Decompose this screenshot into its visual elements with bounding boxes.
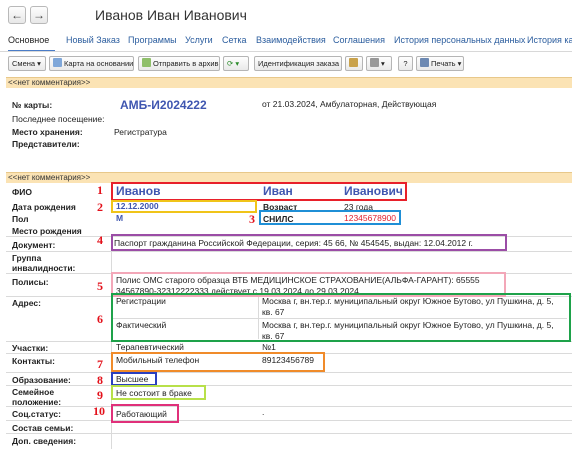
sort-button[interactable] — [345, 56, 363, 71]
send-archive-button[interactable]: Отправить в архив — [138, 56, 220, 71]
area-type: Терапевтический — [116, 342, 184, 352]
tab-personal-data-history[interactable]: История персональных данных — [394, 35, 525, 45]
annotation-frame-2 — [111, 200, 257, 213]
card-comment-band: <<нет комментария>> — [6, 77, 572, 88]
annotation-number-9: 9 — [97, 388, 103, 402]
arrow-right-icon: → — [33, 8, 45, 22]
sex-value: М — [116, 213, 124, 223]
divider — [6, 420, 572, 421]
extra-info-label: Доп. сведения: — [12, 436, 77, 446]
arrow-left-icon: ← — [11, 8, 23, 22]
printer-icon — [420, 58, 429, 67]
card-number[interactable]: АМБ-И2024222 — [120, 98, 207, 112]
divider — [6, 433, 572, 434]
annotation-number-5: 5 — [97, 279, 103, 293]
disability-label-2: инвалидности: — [12, 263, 76, 273]
storage-label: Место хранения: — [12, 127, 83, 137]
tab-bar: Основное Новый Заказ Программы Услуги Се… — [0, 30, 572, 52]
social-status-extra: . — [262, 407, 265, 417]
annotation-frame-1 — [111, 182, 407, 201]
change-button[interactable]: Смена ▾ — [8, 56, 46, 71]
card-no-label: № карты: — [12, 100, 53, 110]
tab-main[interactable]: Основное — [8, 35, 49, 45]
active-tab-indicator — [8, 50, 55, 51]
back-button[interactable]: ← — [8, 6, 26, 24]
storage-value: Регистратура — [114, 127, 167, 137]
annotation-frame-8 — [111, 372, 157, 386]
annotation-number-8: 8 — [97, 373, 103, 387]
disability-label: Группа — [12, 253, 42, 263]
sex-label: Пол — [12, 214, 29, 224]
card-info: от 21.03.2024, Амбулаторная, Действующая — [262, 99, 437, 109]
area-number: №1 — [262, 342, 276, 352]
tab-interactions[interactable]: Взаимодействия — [256, 35, 326, 45]
card-based-button[interactable]: Карта на основании — [49, 56, 134, 71]
social-status-label: Соц.статус: — [12, 409, 61, 419]
tab-card-history[interactable]: История кар — [527, 35, 572, 45]
fio-label: ФИО — [12, 187, 32, 197]
tab-grid[interactable]: Сетка — [222, 35, 246, 45]
help-button[interactable]: ? — [398, 56, 413, 71]
annotation-frame-3 — [259, 210, 401, 225]
card-icon — [53, 58, 62, 67]
window-title: Иванов Иван Иванович — [95, 7, 247, 23]
tab-new-order[interactable]: Новый Заказ — [66, 35, 120, 45]
forward-button[interactable]: → — [30, 6, 48, 24]
annotation-number-10: 10 — [93, 404, 105, 418]
tab-agreements[interactable]: Соглашения — [333, 35, 385, 45]
tab-services[interactable]: Услуги — [185, 35, 213, 45]
divider — [6, 406, 572, 407]
marital-label: Семейное — [12, 387, 55, 397]
annotation-frame-6 — [111, 293, 571, 342]
divider — [6, 385, 572, 386]
annotation-number-6: 6 — [97, 312, 103, 326]
birthplace-label: Место рождения — [12, 226, 82, 236]
divider — [6, 251, 572, 252]
sort-icon — [349, 58, 358, 67]
divider — [6, 372, 572, 373]
annotation-number-3: 3 — [249, 212, 255, 226]
area-label: Участки: — [12, 343, 49, 353]
annotation-frame-7 — [111, 352, 325, 372]
dob-label: Дата рождения — [12, 202, 76, 212]
order-identification-button[interactable]: Идентификация заказа — [254, 56, 342, 71]
archive-icon — [142, 58, 151, 67]
print-button[interactable]: Печать ▾ — [416, 56, 464, 71]
annotation-number-7: 7 — [97, 357, 103, 371]
refresh-icon: ⟳ — [227, 59, 234, 68]
policy-label: Полисы: — [12, 277, 49, 287]
annotation-number-4: 4 — [97, 233, 103, 247]
family-label: Состав семьи: — [12, 423, 74, 433]
annotation-frame-10 — [111, 404, 179, 423]
tab-programs[interactable]: Программы — [128, 35, 177, 45]
annotation-number-2: 2 — [97, 200, 103, 214]
document-label: Документ: — [12, 240, 56, 250]
annotation-number-1: 1 — [97, 183, 103, 197]
address-label: Адрес: — [12, 298, 41, 308]
annotation-frame-4 — [111, 234, 507, 251]
annotation-frame-9 — [111, 385, 206, 400]
toolbar: Смена ▾ Карта на основании Отправить в а… — [0, 55, 572, 72]
last-visit-label: Последнее посещение: — [12, 114, 105, 124]
education-label: Образование: — [12, 375, 71, 385]
options-button[interactable]: ▾ — [366, 56, 392, 71]
contacts-label: Контакты: — [12, 356, 55, 366]
title-bar: ← → Иванов Иван Иванович — [0, 0, 572, 30]
representatives-label: Представители: — [12, 139, 80, 149]
settings-icon — [370, 58, 379, 67]
refresh-button[interactable]: ⟳ ▾ — [223, 56, 249, 71]
